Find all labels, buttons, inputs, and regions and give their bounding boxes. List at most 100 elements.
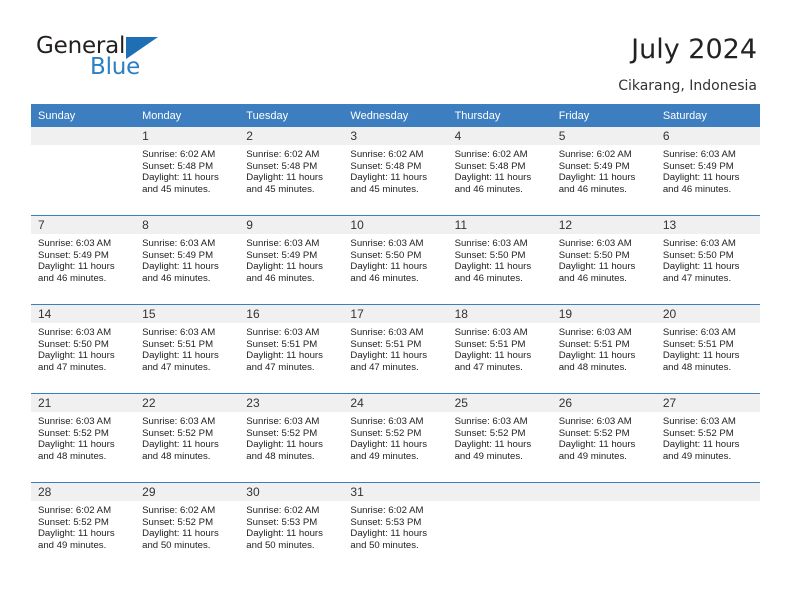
daylight-text-line1: Daylight: 11 hours — [662, 350, 740, 362]
calendar-day-cell[interactable]: 12 Sunrise: 6:03 AM Sunset: 5:50 PM Dayligh… — [551, 215, 656, 305]
calendar-day-cell[interactable]: 17 Sunrise: 6:03 AM Sunset: 5:51 PM Dayligh… — [343, 304, 448, 394]
calendar-day-cell[interactable]: 24 Sunrise: 6:03 AM Sunset: 5:52 PM Dayligh… — [343, 393, 448, 483]
calendar-day-cell[interactable]: 21 Sunrise: 6:03 AM Sunset: 5:52 PM Dayligh… — [31, 393, 136, 483]
day-details: Sunrise: 6:03 AM Sunset: 5:52 PM Daylight:… — [552, 412, 656, 462]
calendar-day-cell[interactable]: 22 Sunrise: 6:03 AM Sunset: 5:52 PM Dayligh… — [135, 393, 240, 483]
sunrise-text: Sunrise: 6:03 AM — [662, 327, 736, 338]
calendar-day-cell[interactable]: 15 Sunrise: 6:03 AM Sunset: 5:51 PM Dayligh… — [135, 304, 240, 394]
daylight-text-line2: and 47 minutes. — [454, 361, 523, 373]
daylight-text-line2: and 49 minutes. — [454, 450, 523, 462]
calendar-day-cell[interactable]: 31 Sunrise: 6:02 AM Sunset: 5:53 PM Dayligh… — [343, 482, 448, 571]
daylight-text-line1: Daylight: 11 hours — [558, 172, 636, 184]
sunset-text: Sunset: 5:51 PM — [350, 338, 422, 350]
day-cell-inner — [655, 483, 760, 571]
sunset-text: Sunset: 5:52 PM — [662, 427, 734, 439]
day-cell-inner: 8 Sunrise: 6:03 AM Sunset: 5:49 PM Daylight… — [135, 216, 240, 304]
calendar-day-cell[interactable]: 1 Sunrise: 6:02 AM Sunset: 5:48 PM Daylight… — [135, 127, 240, 216]
calendar-day-cell[interactable]: 27 Sunrise: 6:03 AM Sunset: 5:52 PM Dayligh… — [655, 393, 760, 483]
calendar-day-cell[interactable]: 10 Sunrise: 6:03 AM Sunset: 5:50 PM Dayligh… — [343, 215, 448, 305]
daylight-text-line1: Daylight: 11 hours — [350, 439, 428, 451]
day-details: Sunrise: 6:03 AM Sunset: 5:50 PM Daylight:… — [343, 234, 447, 284]
calendar-day-cell[interactable]: 8 Sunrise: 6:03 AM Sunset: 5:49 PM Daylight… — [135, 215, 240, 305]
daylight-text-line1: Daylight: 11 hours — [142, 350, 219, 362]
calendar-day-cell[interactable]: 13 Sunrise: 6:03 AM Sunset: 5:50 PM Dayligh… — [655, 215, 760, 305]
sunset-text: Sunset: 5:50 PM — [662, 249, 734, 261]
sunset-text: Sunset: 5:52 PM — [142, 427, 214, 439]
daylight-text-line2: and 45 minutes. — [350, 183, 419, 195]
day-details: Sunrise: 6:03 AM Sunset: 5:51 PM Daylight:… — [343, 323, 447, 373]
day-number: 21 — [31, 394, 136, 412]
day-details: Sunrise: 6:03 AM Sunset: 5:49 PM Daylight:… — [656, 145, 760, 195]
daylight-text-line2: and 47 minutes. — [350, 361, 419, 373]
day-cell-inner — [447, 483, 552, 571]
day-details: Sunrise: 6:03 AM Sunset: 5:52 PM Daylight:… — [448, 412, 552, 462]
day-number: 17 — [343, 305, 448, 323]
calendar-day-cell[interactable]: 3 Sunrise: 6:02 AM Sunset: 5:48 PM Daylight… — [343, 127, 448, 216]
sunset-text: Sunset: 5:49 PM — [142, 249, 214, 261]
calendar-day-cell[interactable]: 16 Sunrise: 6:03 AM Sunset: 5:51 PM Dayligh… — [239, 304, 344, 394]
day-details: Sunrise: 6:03 AM Sunset: 5:50 PM Daylight:… — [448, 234, 552, 284]
sunset-text: Sunset: 5:51 PM — [246, 338, 318, 350]
daylight-text-line1: Daylight: 11 hours — [38, 528, 115, 540]
day-details: Sunrise: 6:03 AM Sunset: 5:51 PM Daylight:… — [135, 323, 239, 373]
general-blue-logo[interactable]: General Blue — [36, 33, 216, 85]
sunrise-text: Sunrise: 6:03 AM — [246, 416, 320, 427]
calendar-day-cell[interactable]: 14 Sunrise: 6:03 AM Sunset: 5:50 PM Dayligh… — [31, 304, 136, 394]
day-details: Sunrise: 6:02 AM Sunset: 5:48 PM Daylight:… — [135, 145, 239, 195]
day-details: Sunrise: 6:03 AM Sunset: 5:52 PM Daylight:… — [31, 412, 135, 462]
daylight-text-line2: and 47 minutes. — [38, 361, 107, 373]
sunrise-text: Sunrise: 6:02 AM — [38, 505, 112, 516]
calendar-day-cell[interactable]: 28 Sunrise: 6:02 AM Sunset: 5:52 PM Dayligh… — [31, 482, 136, 571]
sunset-text: Sunset: 5:52 PM — [38, 427, 109, 439]
day-number: 29 — [135, 483, 240, 501]
day-details: Sunrise: 6:02 AM Sunset: 5:53 PM Daylight:… — [343, 501, 447, 551]
calendar-day-cell[interactable]: 25 Sunrise: 6:03 AM Sunset: 5:52 PM Dayligh… — [447, 393, 552, 483]
day-number: 16 — [239, 305, 344, 323]
calendar-day-cell[interactable]: 29 Sunrise: 6:02 AM Sunset: 5:52 PM Dayligh… — [135, 482, 240, 571]
day-details: Sunrise: 6:03 AM Sunset: 5:51 PM Daylight:… — [552, 323, 656, 373]
sunset-text: Sunset: 5:50 PM — [558, 249, 630, 261]
day-number: 4 — [447, 127, 552, 145]
day-cell-inner: 22 Sunrise: 6:03 AM Sunset: 5:52 PM Dayligh… — [135, 394, 240, 482]
calendar-day-cell[interactable]: 18 Sunrise: 6:03 AM Sunset: 5:51 PM Dayligh… — [447, 304, 552, 394]
calendar-day-cell[interactable]: 6 Sunrise: 6:03 AM Sunset: 5:49 PM Daylight… — [655, 127, 760, 216]
calendar-day-cell[interactable]: 2 Sunrise: 6:02 AM Sunset: 5:48 PM Daylight… — [239, 127, 344, 216]
day-number: 27 — [655, 394, 760, 412]
calendar-day-cell[interactable]: 4 Sunrise: 6:02 AM Sunset: 5:48 PM Daylight… — [447, 127, 552, 216]
sunset-text: Sunset: 5:52 PM — [454, 427, 526, 439]
calendar-day-cell[interactable]: 30 Sunrise: 6:02 AM Sunset: 5:53 PM Dayligh… — [239, 482, 344, 571]
day-number: 6 — [655, 127, 760, 145]
daylight-text-line2: and 50 minutes. — [350, 539, 419, 551]
weekday-header-monday: Monday — [135, 104, 240, 127]
sunset-text: Sunset: 5:49 PM — [662, 160, 734, 172]
sunset-text: Sunset: 5:52 PM — [38, 516, 109, 528]
calendar-day-cell[interactable]: 19 Sunrise: 6:03 AM Sunset: 5:51 PM Dayligh… — [551, 304, 656, 394]
day-number: 12 — [551, 216, 656, 234]
sunset-text: Sunset: 5:48 PM — [350, 160, 422, 172]
calendar-day-cell[interactable]: 20 Sunrise: 6:03 AM Sunset: 5:51 PM Dayligh… — [655, 304, 760, 394]
calendar-day-cell[interactable]: 5 Sunrise: 6:02 AM Sunset: 5:49 PM Daylight… — [551, 127, 656, 216]
day-details: Sunrise: 6:02 AM Sunset: 5:49 PM Daylight:… — [552, 145, 656, 195]
daylight-text-line1: Daylight: 11 hours — [38, 261, 115, 273]
day-details: Sunrise: 6:02 AM Sunset: 5:52 PM Daylight:… — [31, 501, 135, 551]
day-number: 13 — [655, 216, 760, 234]
sunrise-text: Sunrise: 6:02 AM — [558, 149, 632, 160]
sunset-text: Sunset: 5:53 PM — [350, 516, 422, 528]
sunrise-text: Sunrise: 6:03 AM — [142, 416, 216, 427]
day-number: 20 — [655, 305, 760, 323]
daylight-text-line2: and 47 minutes. — [246, 361, 315, 373]
calendar-day-cell[interactable]: 11 Sunrise: 6:03 AM Sunset: 5:50 PM Dayligh… — [447, 215, 552, 305]
calendar-day-cell[interactable]: 7 Sunrise: 6:03 AM Sunset: 5:49 PM Daylight… — [31, 215, 136, 305]
sunrise-text: Sunrise: 6:02 AM — [350, 149, 424, 160]
daylight-text-line2: and 46 minutes. — [350, 272, 419, 284]
sunrise-text: Sunrise: 6:03 AM — [246, 327, 320, 338]
daylight-text-line1: Daylight: 11 hours — [246, 528, 323, 540]
calendar-page: General Blue July 2024 Cikarang, Indones… — [0, 0, 792, 612]
sunrise-text: Sunrise: 6:03 AM — [454, 238, 528, 249]
calendar-day-cell[interactable]: 26 Sunrise: 6:03 AM Sunset: 5:52 PM Dayligh… — [551, 393, 656, 483]
sunrise-text: Sunrise: 6:03 AM — [38, 416, 112, 427]
calendar-day-cell[interactable]: 23 Sunrise: 6:03 AM Sunset: 5:52 PM Dayligh… — [239, 393, 344, 483]
day-details: Sunrise: 6:02 AM Sunset: 5:52 PM Daylight:… — [135, 501, 239, 551]
calendar-day-cell[interactable]: 9 Sunrise: 6:03 AM Sunset: 5:49 PM Daylight… — [239, 215, 344, 305]
day-cell-inner: 21 Sunrise: 6:03 AM Sunset: 5:52 PM Dayligh… — [31, 394, 136, 482]
